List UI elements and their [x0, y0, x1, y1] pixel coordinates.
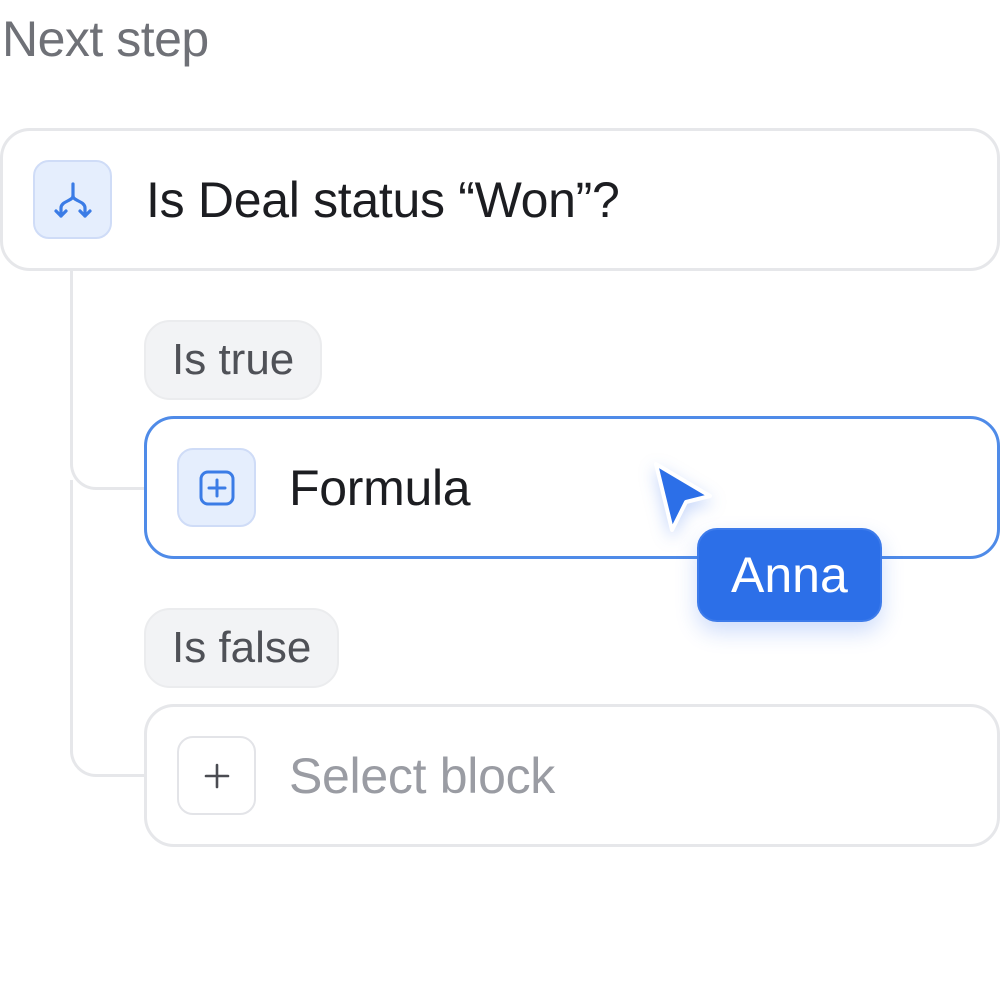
- branch-icon: [53, 181, 92, 218]
- condition-icon-box: [33, 160, 112, 239]
- plus-icon: [204, 763, 229, 788]
- branch-connector-false: [70, 480, 150, 777]
- condition-label: Is Deal status “Won”?: [146, 172, 620, 228]
- formula-label: Formula: [289, 460, 471, 516]
- plus-square-icon: [199, 470, 234, 505]
- branch-label-false: Is false: [144, 608, 340, 688]
- branch-connector-true: [70, 268, 150, 490]
- condition-block[interactable]: Is Deal status “Won”?: [0, 128, 1000, 271]
- select-block-label: Select block: [289, 748, 555, 804]
- section-title: Next step: [2, 11, 209, 67]
- select-block-button[interactable]: Select block: [144, 704, 1000, 847]
- select-block-icon-box: [177, 736, 256, 815]
- formula-icon-box: [177, 448, 256, 527]
- branch-label-true: Is true: [144, 320, 323, 400]
- collaborator-name-tag: Anna: [697, 528, 882, 622]
- collaborator-cursor-icon: [654, 462, 712, 532]
